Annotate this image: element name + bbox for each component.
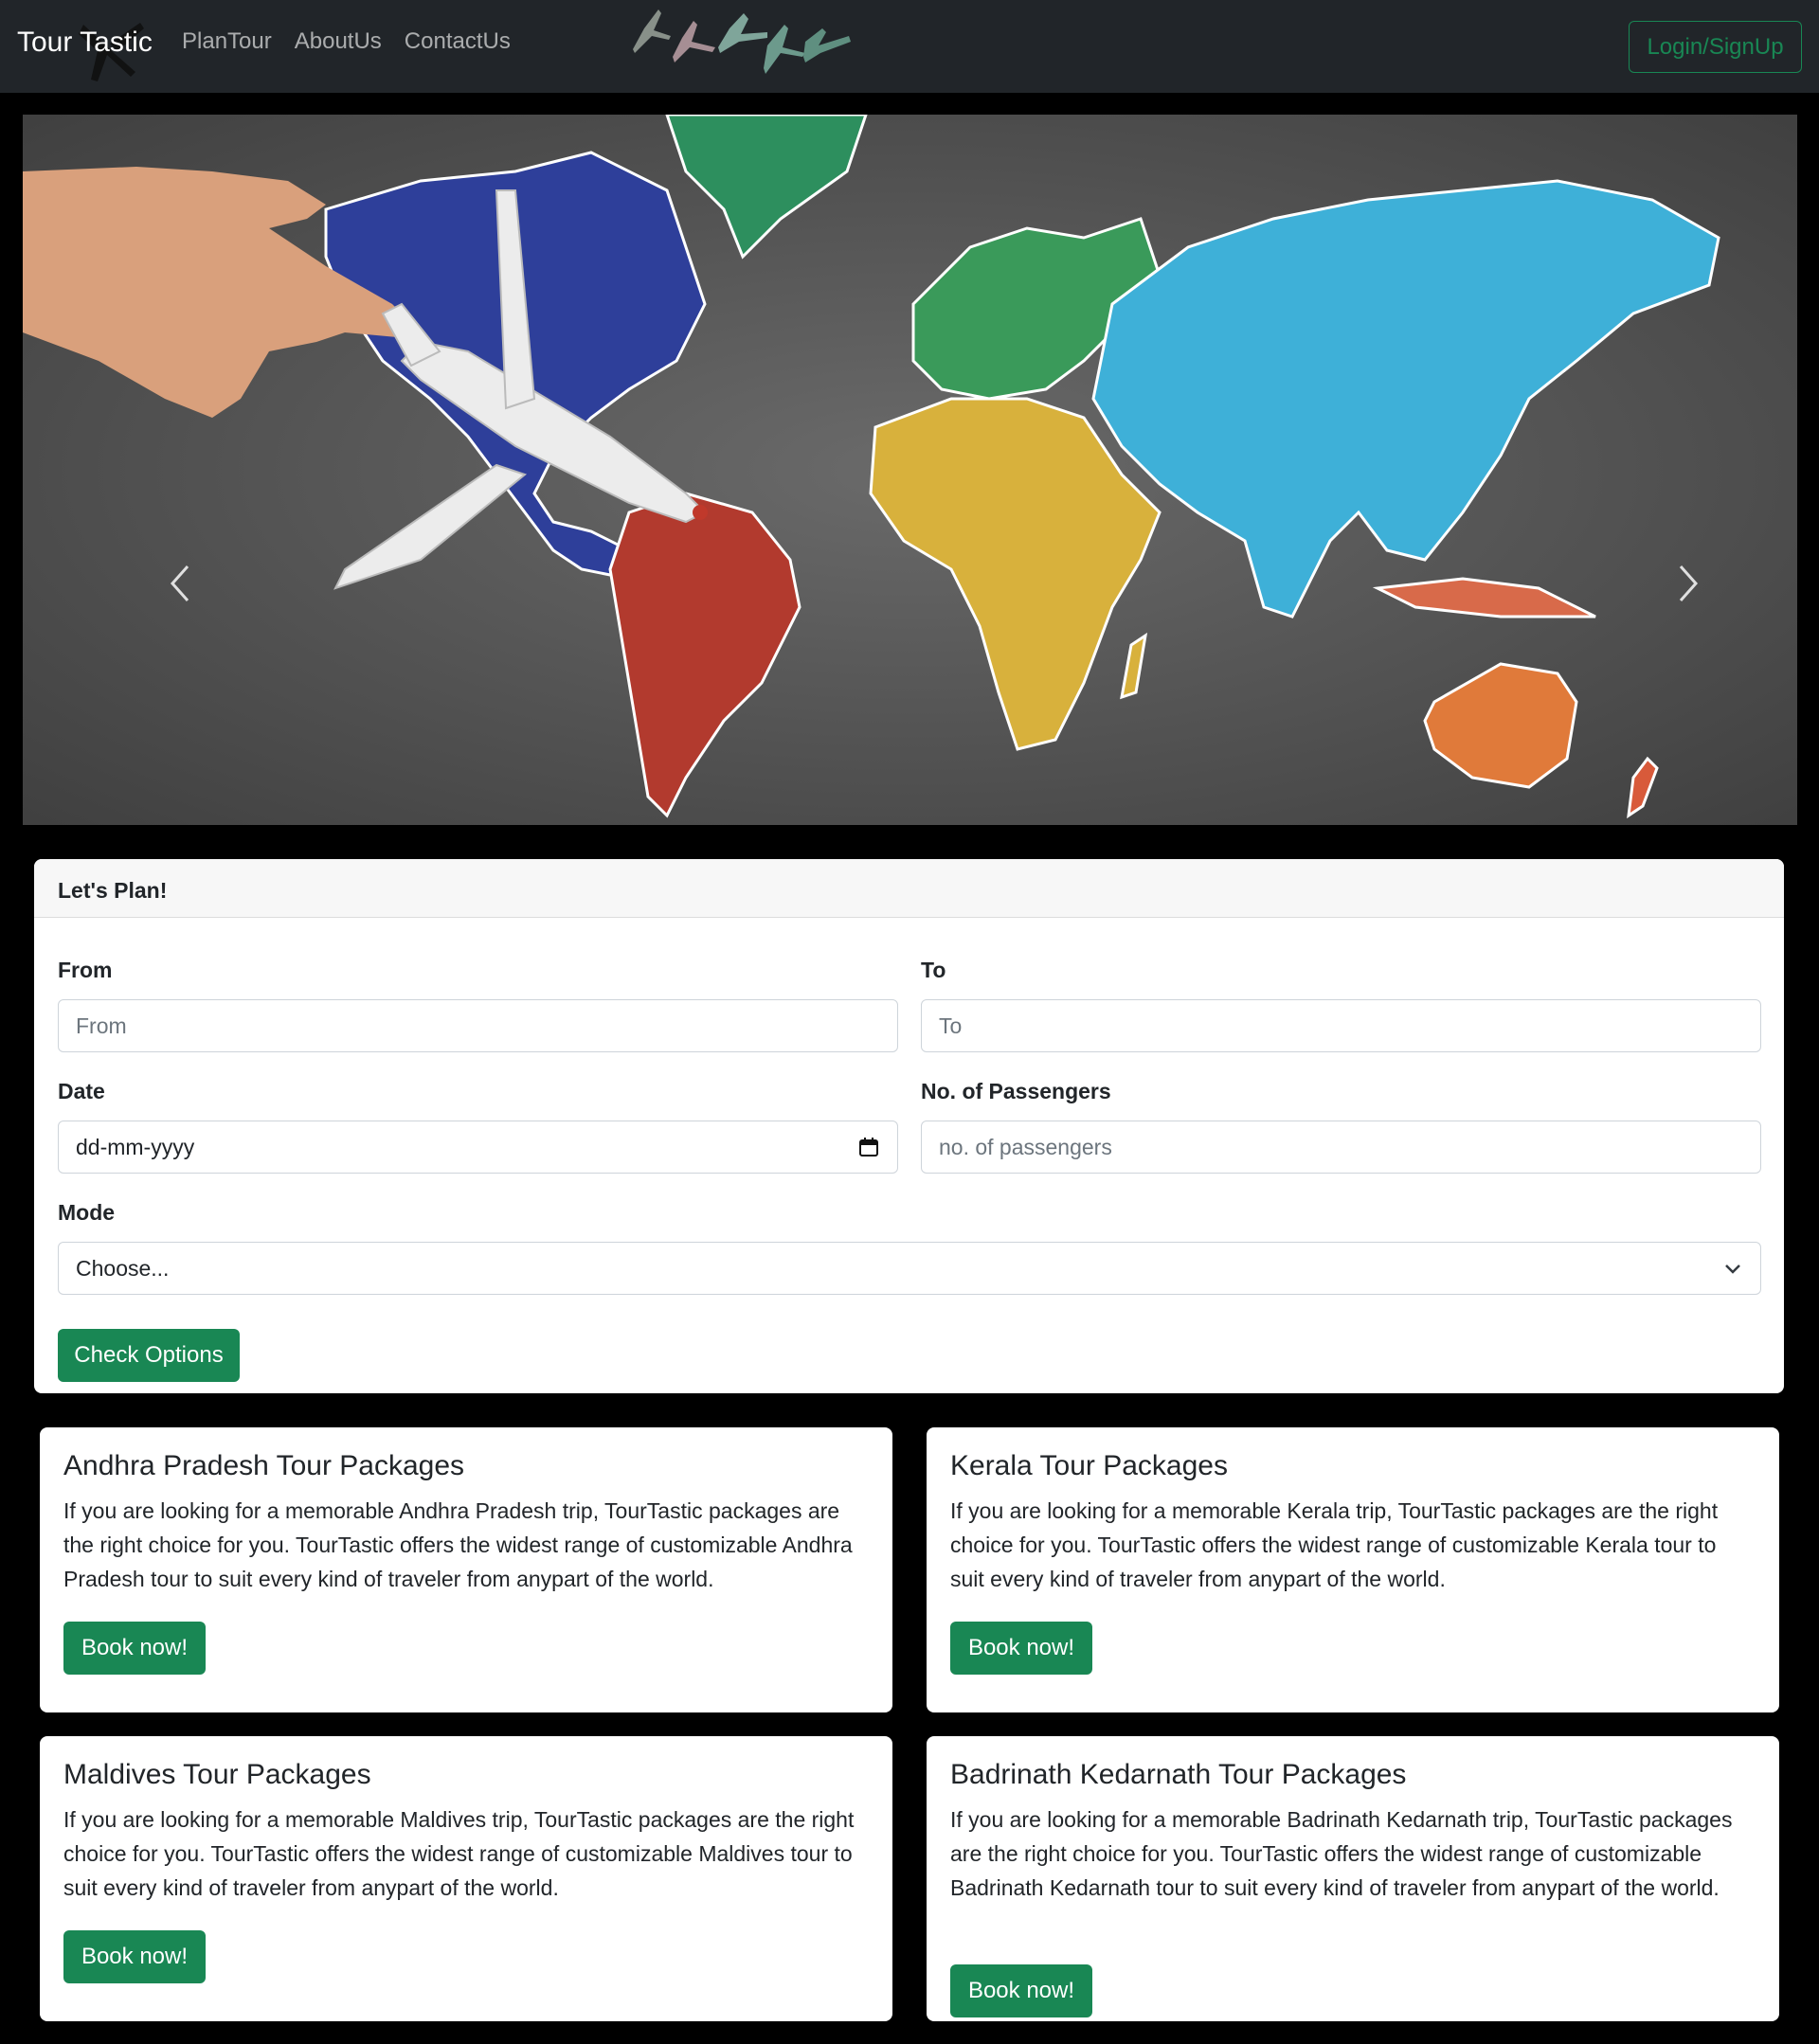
- package-title: Andhra Pradesh Tour Packages: [63, 1450, 465, 1481]
- book-now-button[interactable]: Book now!: [63, 1622, 206, 1675]
- nav-link-aboutus[interactable]: AboutUs: [295, 28, 382, 55]
- date-value: dd-mm-yyyy: [76, 1134, 195, 1159]
- nav-link-contactus[interactable]: ContactUs: [405, 28, 511, 55]
- plan-form-card: Let's Plan! From To Date dd-mm-yyyy No. …: [34, 859, 1784, 1393]
- check-options-button[interactable]: Check Options: [58, 1329, 240, 1382]
- package-card-kerala: Kerala Tour Packages If you are looking …: [927, 1427, 1779, 1712]
- nav-links: PlanTour AboutUs ContactUs: [182, 28, 511, 55]
- package-description: If you are looking for a memorable Badri…: [950, 1807, 1733, 1900]
- calendar-icon[interactable]: [857, 1136, 880, 1158]
- passengers-label: No. of Passengers: [921, 1079, 1111, 1103]
- from-input[interactable]: [58, 999, 898, 1052]
- brand-logo[interactable]: Tour Tastic: [17, 23, 153, 81]
- package-card-maldives: Maldives Tour Packages If you are lookin…: [40, 1736, 892, 2021]
- brand-name: Tour Tastic: [17, 27, 153, 58]
- book-now-button[interactable]: Book now!: [950, 1622, 1092, 1675]
- hero-carousel: [23, 115, 1797, 825]
- date-input[interactable]: dd-mm-yyyy: [58, 1121, 898, 1174]
- mode-select[interactable]: Choose...: [58, 1242, 1761, 1295]
- to-label: To: [921, 958, 946, 982]
- plan-card-header: Let's Plan!: [34, 859, 1784, 918]
- passengers-input[interactable]: [921, 1121, 1761, 1174]
- package-title: Kerala Tour Packages: [950, 1450, 1228, 1481]
- carousel-prev-icon[interactable]: [153, 555, 210, 612]
- world-map-image: [23, 115, 1797, 825]
- mode-label: Mode: [58, 1200, 116, 1225]
- from-label: From: [58, 958, 113, 982]
- package-card-badrinath: Badrinath Kedarnath Tour Packages If you…: [927, 1736, 1779, 2021]
- flying-birds-decoration: [633, 9, 851, 74]
- package-title: Maldives Tour Packages: [63, 1759, 371, 1790]
- mode-select-value: Choose...: [76, 1255, 170, 1281]
- to-input[interactable]: [921, 999, 1761, 1052]
- login-signup-button[interactable]: Login/SignUp: [1629, 21, 1802, 73]
- book-now-button[interactable]: Book now!: [63, 1930, 206, 1983]
- package-description: If you are looking for a memorable Andhr…: [63, 1498, 853, 1591]
- package-card-andhra: Andhra Pradesh Tour Packages If you are …: [40, 1427, 892, 1712]
- chevron-down-icon: [1725, 1264, 1740, 1274]
- package-description: If you are looking for a memorable Keral…: [950, 1498, 1719, 1591]
- package-description: If you are looking for a memorable Maldi…: [63, 1807, 855, 1900]
- book-now-button[interactable]: Book now!: [950, 1964, 1092, 2017]
- navbar: Tour Tastic PlanTour AboutUs ContactUs L…: [0, 0, 1819, 93]
- nav-link-plantour[interactable]: PlanTour: [182, 28, 272, 55]
- date-label: Date: [58, 1079, 105, 1103]
- package-title: Badrinath Kedarnath Tour Packages: [950, 1759, 1407, 1790]
- carousel-next-icon[interactable]: [1658, 555, 1715, 612]
